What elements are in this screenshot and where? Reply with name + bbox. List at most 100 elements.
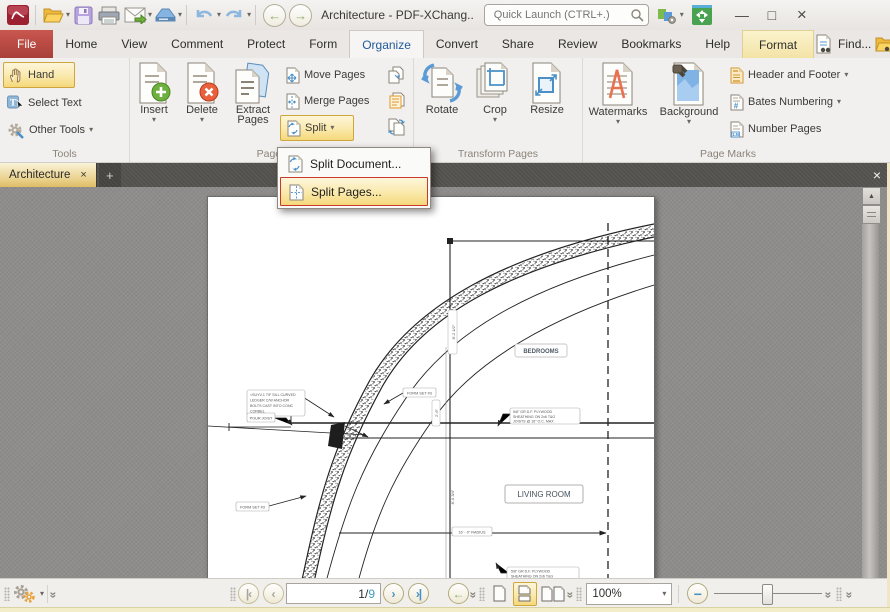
- open-file-button[interactable]: [41, 3, 65, 27]
- insert-caret-icon: ▾: [152, 116, 156, 124]
- more-zoom-icon[interactable]: »: [822, 591, 836, 596]
- merge-pages-button[interactable]: Merge Pages: [280, 89, 386, 113]
- vertical-scrollbar[interactable]: ▲: [862, 187, 879, 578]
- scanner-button[interactable]: [153, 3, 177, 27]
- email-button[interactable]: [123, 3, 147, 27]
- first-page-button[interactable]: |‹: [238, 583, 259, 604]
- email-caret-icon[interactable]: ▾: [148, 11, 152, 19]
- delete-pages-button[interactable]: Delete ▾: [178, 58, 226, 162]
- page-number-box[interactable]: 1 / 9: [286, 583, 381, 604]
- move-pages-button[interactable]: Move Pages: [280, 63, 386, 87]
- duplicate-pages-button[interactable]: [386, 64, 406, 86]
- tab-file[interactable]: File: [0, 30, 53, 58]
- menu-item-split-pages[interactable]: Split Pages...: [280, 177, 428, 206]
- bates-numbering-icon: #: [729, 94, 744, 111]
- document-canvas[interactable]: 8'-2 1/2" 2'-6" 8'-0 3/4" BEDROOMS LIVIN…: [0, 187, 890, 578]
- zoom-out-button[interactable]: −: [687, 583, 708, 604]
- other-tools-button[interactable]: Other Tools ▾: [3, 118, 126, 142]
- right-drag-handle[interactable]: [836, 587, 842, 601]
- tab-protect[interactable]: Protect: [235, 30, 297, 58]
- next-page-button[interactable]: ›: [383, 583, 404, 604]
- toolbar-drag-handle[interactable]: [4, 587, 10, 601]
- menu-item-split-document[interactable]: Split Document...: [280, 150, 428, 177]
- background-button[interactable]: Background ▾: [653, 58, 725, 162]
- zoom-slider[interactable]: [714, 584, 822, 603]
- note-right-line2: SHEATHING ON 2x6 T&G: [513, 415, 555, 419]
- hand-tool-button[interactable]: Hand: [3, 62, 75, 88]
- bates-numbering-button[interactable]: # Bates Numbering ▾: [725, 90, 852, 114]
- zoom-slider-thumb[interactable]: [762, 584, 773, 605]
- continuous-view-button[interactable]: [513, 582, 537, 606]
- split-button[interactable]: Split ▾: [280, 115, 354, 141]
- replace-pages-button[interactable]: [386, 90, 406, 112]
- open-file-caret-icon[interactable]: ▾: [66, 11, 70, 19]
- nav-drag-handle[interactable]: [230, 587, 236, 601]
- tab-view[interactable]: View: [109, 30, 159, 58]
- extract-pages-button[interactable]: Extract Pages: [226, 58, 280, 162]
- quick-launch-input[interactable]: [492, 8, 630, 22]
- tab-home[interactable]: Home: [53, 30, 109, 58]
- more-layouts-icon[interactable]: »: [563, 591, 577, 596]
- swap-pages-button[interactable]: [386, 116, 406, 138]
- last-page-button[interactable]: ›|: [408, 583, 429, 604]
- print-button[interactable]: [97, 3, 121, 27]
- tab-organize[interactable]: Organize: [349, 30, 424, 59]
- ui-options-button[interactable]: [655, 3, 679, 27]
- undo-caret-icon[interactable]: ▾: [217, 11, 221, 19]
- resize-pages-button[interactable]: Resize: [520, 58, 574, 162]
- watermarks-button[interactable]: Watermarks ▾: [583, 58, 653, 162]
- tab-convert[interactable]: Convert: [424, 30, 490, 58]
- options-gears-icon[interactable]: [12, 584, 38, 604]
- insert-pages-button[interactable]: Insert ▾: [130, 58, 178, 162]
- overflow-icon[interactable]: »: [842, 591, 856, 596]
- hand-icon: [8, 67, 24, 83]
- select-text-icon: T: [7, 95, 24, 111]
- quick-launch-box[interactable]: [484, 4, 649, 26]
- scanner-caret-icon[interactable]: ▾: [178, 11, 182, 19]
- fullscreen-button[interactable]: [690, 3, 714, 27]
- close-button[interactable]: ×: [787, 3, 817, 27]
- crop-pages-button[interactable]: Crop ▾: [470, 58, 520, 162]
- tab-comment[interactable]: Comment: [159, 30, 235, 58]
- single-page-view-button[interactable]: [489, 583, 511, 605]
- save-button[interactable]: [71, 3, 95, 27]
- history-forward-button[interactable]: →: [289, 4, 312, 27]
- title-bar: ▾ ▾ ▾ ▾: [0, 0, 890, 30]
- ui-options-caret-icon[interactable]: ▾: [680, 11, 684, 19]
- select-text-button[interactable]: T Select Text: [3, 91, 126, 115]
- extract-pages-icon: [233, 62, 273, 104]
- redo-caret-icon[interactable]: ▾: [247, 11, 251, 19]
- maximize-button[interactable]: □: [757, 3, 787, 27]
- previous-page-button[interactable]: ‹: [263, 583, 284, 604]
- split-caret-icon: ▾: [330, 124, 334, 132]
- expand-statusbar-icon[interactable]: »: [46, 591, 60, 596]
- header-footer-caret-icon: ▾: [844, 71, 848, 79]
- document-tab-architecture[interactable]: Architecture ×: [0, 163, 97, 187]
- header-footer-button[interactable]: Header and Footer ▾: [725, 63, 852, 87]
- tab-form[interactable]: Form: [297, 30, 349, 58]
- split-icon: [285, 120, 301, 137]
- zoom-level-value: 100%: [592, 588, 621, 600]
- document-tab-close-icon[interactable]: ×: [80, 169, 86, 181]
- ribbon-group-transform: Rotate Crop ▾ Resize Transform Pages: [414, 58, 583, 162]
- find-document-icon[interactable]: [814, 34, 834, 54]
- more-views-icon[interactable]: »: [466, 591, 480, 596]
- tab-review[interactable]: Review: [546, 30, 609, 58]
- number-pages-button[interactable]: 1.N Number Pages: [725, 117, 852, 141]
- tab-bookmarks[interactable]: Bookmarks: [609, 30, 693, 58]
- options-caret-icon[interactable]: ▾: [40, 590, 44, 598]
- search-folder-icon[interactable]: [875, 35, 890, 54]
- history-back-button[interactable]: ←: [263, 4, 286, 27]
- new-tab-button[interactable]: +: [99, 163, 121, 187]
- tab-help[interactable]: Help: [693, 30, 742, 58]
- minimize-button[interactable]: —: [727, 3, 757, 27]
- undo-button[interactable]: [192, 3, 216, 27]
- scrollbar-thumb[interactable]: [862, 205, 881, 224]
- redo-button[interactable]: [222, 3, 246, 27]
- find-label[interactable]: Find...: [838, 37, 871, 51]
- tab-format[interactable]: Format: [742, 30, 814, 58]
- ribbon-group-page-marks: Watermarks ▾ Background ▾: [583, 58, 873, 162]
- scroll-up-button[interactable]: ▲: [862, 187, 881, 205]
- zoom-level-combo[interactable]: 100% ▾: [586, 583, 672, 605]
- tab-share[interactable]: Share: [490, 30, 546, 58]
